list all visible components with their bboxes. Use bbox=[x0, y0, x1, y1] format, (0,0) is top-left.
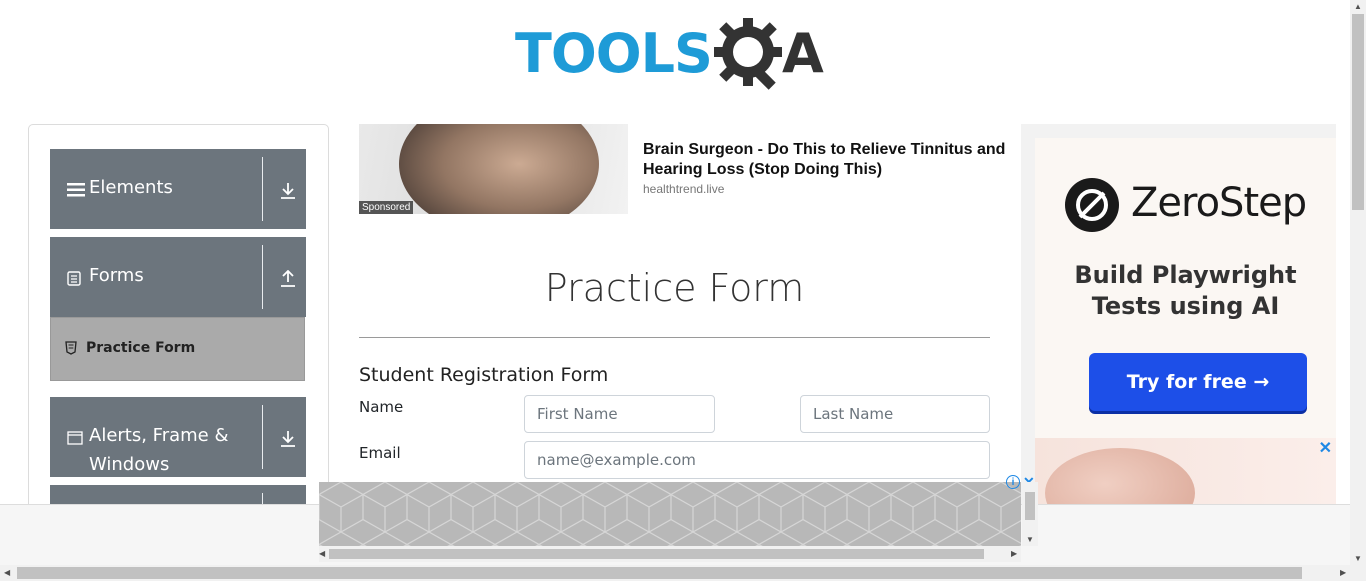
sponsored-ad[interactable]: Sponsored Brain Surgeon - Do This to Rel… bbox=[359, 124, 1021, 214]
ad-image-face bbox=[1045, 448, 1195, 506]
upload-icon[interactable] bbox=[280, 269, 296, 288]
download-icon[interactable] bbox=[280, 182, 296, 200]
ad-tagline-line2: Tests using AI bbox=[1091, 292, 1280, 320]
email-label: Email bbox=[359, 444, 401, 462]
ad-horizontal-scrollbar[interactable]: ◀ ▶ bbox=[319, 546, 1021, 562]
ad-info-icon[interactable]: i bbox=[1006, 475, 1020, 489]
zerostep-logo-icon bbox=[1065, 178, 1119, 232]
ad-headline[interactable]: Brain Surgeon - Do This to Relieve Tinni… bbox=[643, 140, 1021, 180]
email-input[interactable] bbox=[524, 441, 990, 479]
logo-text: TOOLS bbox=[515, 22, 713, 85]
window-icon bbox=[67, 431, 83, 450]
ad-domain: healthtrend.live bbox=[643, 182, 725, 196]
name-label: Name bbox=[359, 398, 404, 416]
scroll-down-arrow-icon[interactable]: ▼ bbox=[1026, 535, 1034, 544]
sidebar-group-elements[interactable]: Elements bbox=[50, 149, 306, 229]
ad-vertical-scrollbar[interactable]: ▼ bbox=[1022, 482, 1038, 546]
scroll-right-arrow-icon[interactable]: ▶ bbox=[1011, 549, 1017, 558]
ad-image-face bbox=[399, 124, 599, 214]
right-ad[interactable]: ZeroStep Build Playwright Tests using AI… bbox=[1021, 124, 1336, 506]
document-icon bbox=[67, 271, 81, 291]
secondary-ad-image[interactable]: ✕ bbox=[1035, 438, 1336, 506]
sidebar-item-practice-form[interactable]: Practice Form bbox=[50, 317, 305, 381]
ad-image[interactable]: Sponsored bbox=[359, 124, 628, 214]
page-horizontal-scrollbar[interactable]: ◀ ▶ bbox=[0, 565, 1366, 581]
scrollbar-thumb[interactable] bbox=[329, 549, 984, 559]
first-name-input[interactable] bbox=[524, 395, 715, 433]
scroll-left-arrow-icon[interactable]: ◀ bbox=[319, 549, 325, 558]
sidebar-group-label-line2: Windows bbox=[89, 454, 170, 475]
ad-tagline-line1: Build Playwright bbox=[1074, 261, 1297, 289]
sponsored-badge: Sponsored bbox=[359, 201, 414, 214]
form-title: Student Registration Form bbox=[359, 364, 609, 386]
sidebar-group-label: Elements bbox=[89, 177, 173, 198]
html5-icon bbox=[65, 341, 77, 360]
sidebar-group-label: Forms bbox=[89, 265, 144, 286]
hamburger-icon bbox=[67, 182, 85, 203]
ad-brand-name: ZeroStep bbox=[1131, 180, 1307, 226]
ad-tagline: Build Playwright Tests using AI bbox=[1035, 260, 1336, 322]
divider bbox=[359, 337, 990, 338]
sidebar-group-forms[interactable]: Forms bbox=[50, 237, 306, 317]
close-ad-icon[interactable]: ✕ bbox=[1319, 438, 1332, 458]
sidebar-group-alerts[interactable]: Alerts, Frame & Windows bbox=[50, 397, 306, 477]
scrollbar-thumb[interactable] bbox=[1352, 14, 1364, 210]
sidebar-group-label: Alerts, Frame & bbox=[89, 425, 229, 446]
left-sidebar: Elements Forms Practice Form Alerts, Fra… bbox=[28, 124, 329, 525]
divider bbox=[262, 157, 263, 221]
try-for-free-button[interactable]: Try for free → bbox=[1089, 353, 1307, 411]
page-vertical-scrollbar[interactable]: ▲ ▼ bbox=[1350, 0, 1366, 565]
scroll-up-arrow-icon[interactable]: ▲ bbox=[1354, 2, 1362, 11]
scroll-right-arrow-icon[interactable]: ▶ bbox=[1340, 568, 1346, 577]
scrollbar-thumb[interactable] bbox=[17, 567, 1302, 579]
sidebar-item-label: Practice Form bbox=[86, 340, 196, 356]
zerostep-ad-card[interactable]: ZeroStep Build Playwright Tests using AI… bbox=[1035, 138, 1336, 448]
download-icon[interactable] bbox=[280, 430, 296, 448]
toolsqa-logo[interactable]: TOOLS A bbox=[515, 16, 840, 92]
page-title: Practice Form bbox=[544, 266, 805, 310]
divider bbox=[262, 405, 263, 469]
bottom-ad-banner[interactable] bbox=[319, 482, 1021, 546]
scrollbar-thumb[interactable] bbox=[1025, 492, 1035, 520]
scroll-down-arrow-icon[interactable]: ▼ bbox=[1354, 554, 1362, 563]
scroll-left-arrow-icon[interactable]: ◀ bbox=[4, 568, 10, 577]
divider bbox=[262, 245, 263, 309]
logo-gear-icon bbox=[713, 16, 786, 92]
logo-text-a: A bbox=[781, 22, 824, 85]
last-name-input[interactable] bbox=[800, 395, 990, 433]
